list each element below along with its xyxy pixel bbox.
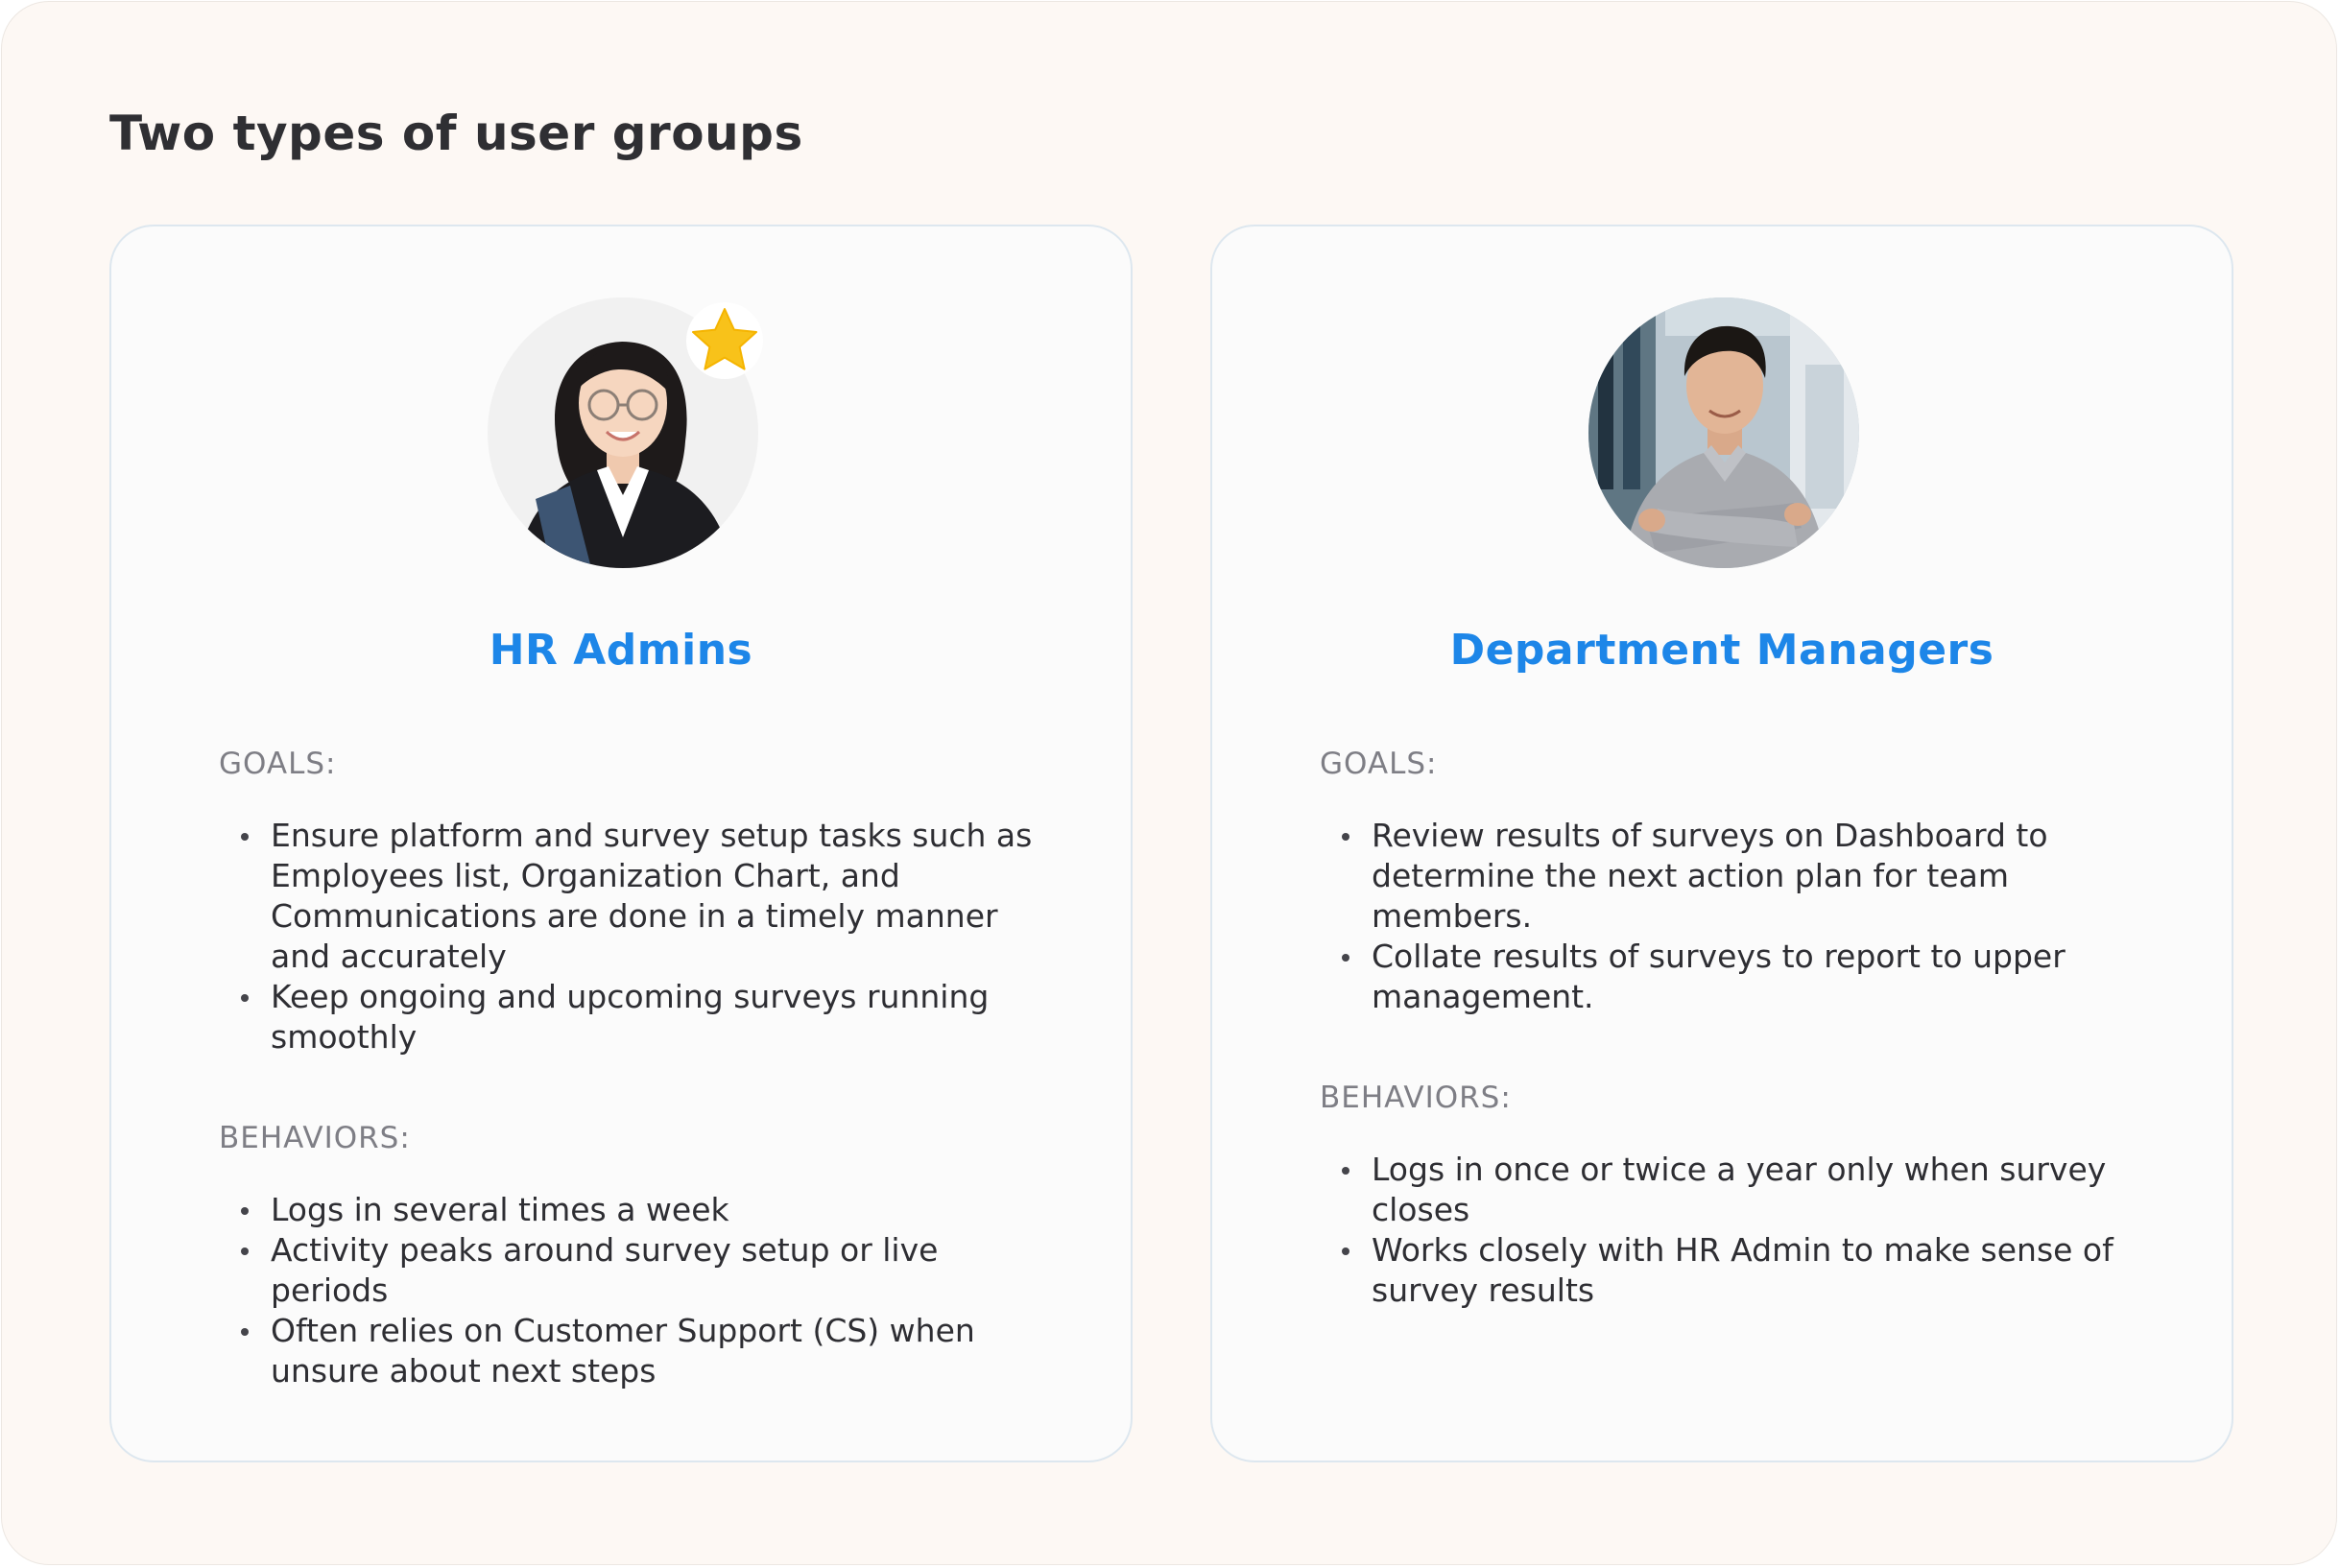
goals-label: GOALS: <box>1320 747 1438 781</box>
list-item-text: Logs in once or twice a year only when s… <box>1372 1151 2107 1228</box>
goals-list: Ensure platform and survey setup tasks s… <box>219 816 1044 1057</box>
person-photo-man <box>1588 297 1859 568</box>
list-item-text: Ensure platform and survey setup tasks s… <box>271 817 1033 975</box>
list-item-text: Works closely with HR Admin to make sens… <box>1372 1231 2113 1309</box>
goals-list: Review results of surveys on Dashboard t… <box>1320 816 2145 1017</box>
user-group-card-department-managers: Department Managers GOALS: Review result… <box>1210 225 2233 1462</box>
star-icon <box>686 302 763 379</box>
goals-label: GOALS: <box>219 747 337 781</box>
list-item: Works closely with HR Admin to make sens… <box>1320 1230 2145 1311</box>
bullet-icon <box>241 833 249 841</box>
list-item: Activity peaks around survey setup or li… <box>219 1230 1044 1311</box>
list-item-text: Logs in several times a week <box>271 1191 729 1228</box>
behaviors-label: BEHAVIORS: <box>219 1121 411 1155</box>
behaviors-label: BEHAVIORS: <box>1320 1081 1512 1115</box>
list-item: Review results of surveys on Dashboard t… <box>1320 816 2145 937</box>
bullet-icon <box>241 1247 249 1255</box>
group-title: Department Managers <box>1449 626 1994 675</box>
list-item-text: Activity peaks around survey setup or li… <box>271 1231 939 1309</box>
group-title: HR Admins <box>489 626 753 675</box>
goals-section: GOALS: Review results of surveys on Dash… <box>1320 745 2145 1017</box>
bullet-icon <box>241 994 249 1002</box>
page-title: Two types of user groups <box>109 106 803 161</box>
bullet-icon <box>241 1207 249 1215</box>
behaviors-list: Logs in once or twice a year only when s… <box>1320 1150 2145 1311</box>
list-item-text: Review results of surveys on Dashboard t… <box>1372 817 2048 935</box>
behaviors-section: BEHAVIORS: Logs in several times a week … <box>219 1119 1044 1391</box>
list-item: Logs in several times a week <box>219 1190 1044 1230</box>
list-item-text: Often relies on Customer Support (CS) wh… <box>271 1312 975 1390</box>
list-item: Keep ongoing and upcoming surveys runnin… <box>219 977 1044 1057</box>
bullet-icon <box>1342 833 1349 841</box>
behaviors-list: Logs in several times a week Activity pe… <box>219 1190 1044 1391</box>
bullet-icon <box>1342 954 1349 962</box>
user-group-card-hr-admins: HR Admins GOALS: Ensure platform and sur… <box>109 225 1133 1462</box>
list-item: Ensure platform and survey setup tasks s… <box>219 816 1044 977</box>
bullet-icon <box>1342 1247 1349 1255</box>
list-item: Logs in once or twice a year only when s… <box>1320 1150 2145 1230</box>
list-item-text: Keep ongoing and upcoming surveys runnin… <box>271 978 990 1056</box>
list-item: Collate results of surveys to report to … <box>1320 937 2145 1017</box>
bullet-icon <box>1342 1167 1349 1175</box>
goals-section: GOALS: Ensure platform and survey setup … <box>219 745 1044 1057</box>
bullet-icon <box>241 1328 249 1336</box>
behaviors-section: BEHAVIORS: Logs in once or twice a year … <box>1320 1079 2145 1311</box>
list-item: Often relies on Customer Support (CS) wh… <box>219 1311 1044 1391</box>
avatar <box>1588 297 1859 568</box>
list-item-text: Collate results of surveys to report to … <box>1372 938 2065 1015</box>
page-frame: Two types of user groups HR Admins GOALS… <box>1 1 2337 1565</box>
